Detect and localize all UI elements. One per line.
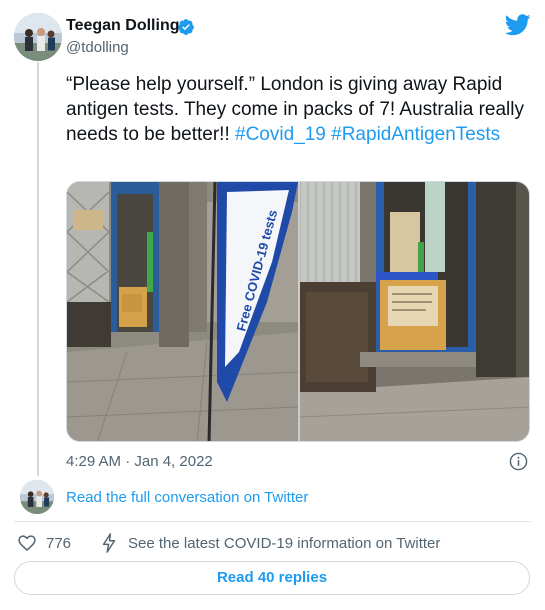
read-replies-button[interactable]: Read 40 replies [14,561,530,595]
author-avatar-small[interactable] [20,480,54,514]
covid-info-link[interactable]: See the latest COVID-19 information on T… [128,535,440,552]
heart-icon[interactable] [17,533,37,553]
hashtag-covid[interactable]: #Covid_19 [235,124,326,145]
like-count[interactable]: 776 [46,535,71,552]
photo-street-doorway[interactable]: Free COVID-19 tests [67,182,299,441]
tweet-media[interactable]: Free COVID-19 tests [66,181,530,442]
author-handle[interactable]: @tdolling [66,39,129,56]
divider [14,521,531,522]
author-name[interactable]: Teegan Dolling [66,17,179,35]
twitter-bird-icon[interactable] [505,14,531,36]
photo-doorway-test-box[interactable] [299,182,529,441]
tweet-text: “Please help yourself.” London is giving… [66,72,528,147]
thread-line [37,62,39,476]
lightning-bolt-icon[interactable] [100,533,118,553]
hashtag-rapid-antigen-tests[interactable]: #RapidAntigenTests [331,124,500,145]
info-icon[interactable] [509,452,528,471]
author-avatar[interactable] [14,13,62,61]
embedded-tweet: Teegan Dolling @tdolling “Please help yo… [0,0,545,610]
verified-badge-icon [178,19,194,35]
tweet-timestamp[interactable]: 4:29 AM · Jan 4, 2022 [66,453,213,470]
read-conversation-link[interactable]: Read the full conversation on Twitter [66,489,308,506]
